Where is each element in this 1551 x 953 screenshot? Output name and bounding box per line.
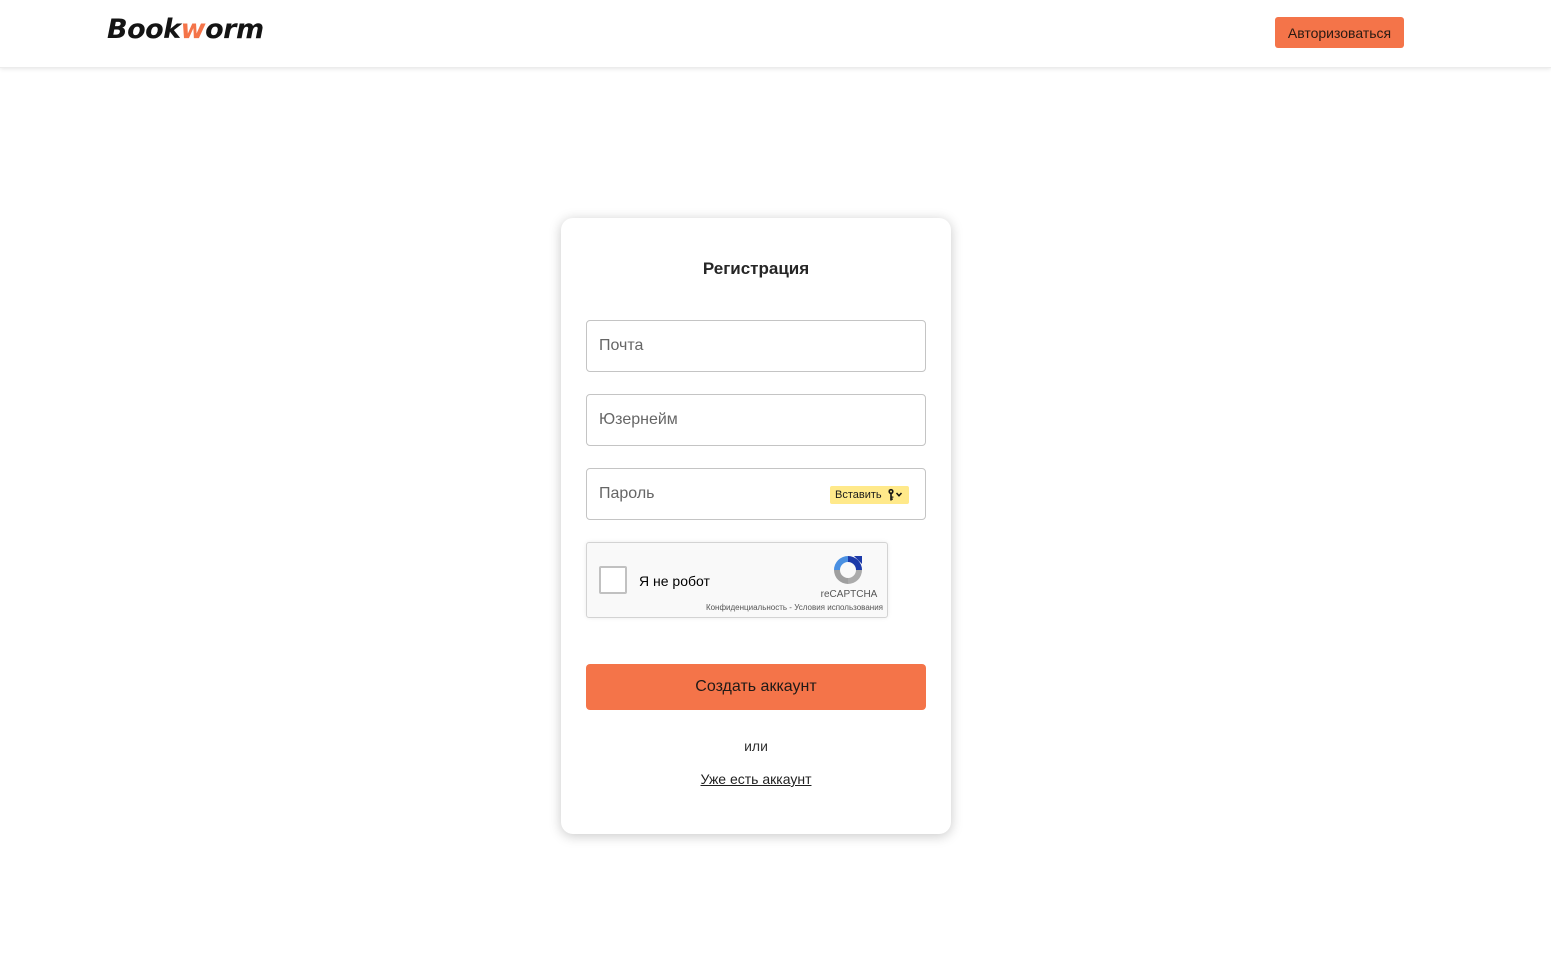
email-input[interactable] (586, 320, 926, 372)
recaptcha-brand: reCAPTCHA (820, 589, 878, 600)
recaptcha-label: Я не робот (639, 573, 710, 589)
bookworm-logo[interactable]: Bookworm (107, 14, 264, 45)
recaptcha-checkbox[interactable] (599, 566, 627, 594)
create-account-button[interactable]: Создать аккаунт (586, 664, 926, 710)
username-input[interactable] (586, 394, 926, 446)
recaptcha-widget: Я не робот reCAPTCHA Конфиденциальность … (586, 542, 888, 618)
have-account-link[interactable]: Уже есть аккаунт (561, 771, 951, 787)
logo-text-prefix: Book (107, 14, 181, 45)
or-separator: или (744, 738, 768, 754)
logo-text-accent: w (180, 14, 206, 45)
password-paste-button[interactable]: Вставить (830, 486, 909, 504)
chevron-down-icon (895, 492, 902, 497)
login-button[interactable]: Авторизоваться (1275, 17, 1404, 48)
key-icon (888, 488, 902, 501)
form-title: Регистрация (702, 259, 810, 278)
top-header: Bookworm Авторизоваться (0, 0, 1551, 68)
recaptcha-links[interactable]: Конфиденциальность - Условия использован… (687, 603, 883, 612)
registration-card: Регистрация Вставить Я не робот reCAPTCH… (561, 218, 951, 834)
recaptcha-logo-icon (834, 556, 862, 584)
paste-label: Вставить (835, 489, 882, 501)
logo-text-suffix: orm (205, 14, 264, 45)
